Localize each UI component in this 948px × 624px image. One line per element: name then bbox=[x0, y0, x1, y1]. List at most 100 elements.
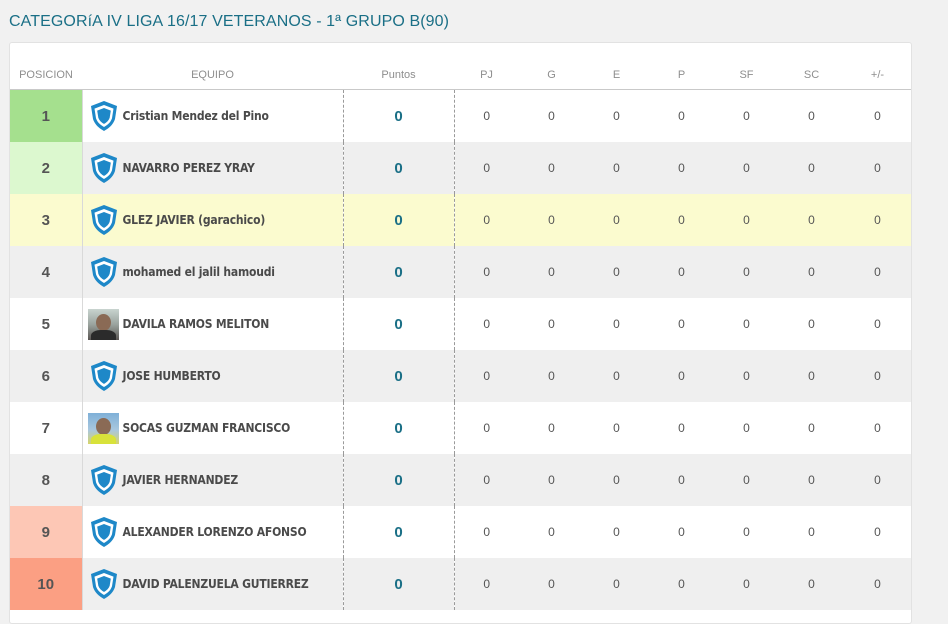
played-cell: 0 bbox=[454, 246, 519, 298]
team-cell[interactable]: SOCAS GUZMAN FRANCISCO bbox=[82, 402, 343, 454]
sets-for-cell: 0 bbox=[714, 350, 779, 402]
sets-for-cell: 0 bbox=[714, 558, 779, 610]
team-name-link[interactable]: NAVARRO PEREZ YRAY bbox=[123, 161, 255, 175]
won-cell: 0 bbox=[548, 421, 555, 435]
table-row[interactable]: 4 mohamed el jalil hamoudi 0 0 0 0 0 0 0 0 bbox=[10, 246, 911, 298]
sets-for-cell: 0 bbox=[714, 246, 779, 298]
difference-cell: 0 bbox=[844, 246, 911, 298]
standings-panel: POSICION EQUIPO Puntos PJ G E P SF SC +/… bbox=[9, 42, 912, 624]
drawn-cell: 0 bbox=[584, 558, 649, 610]
team-cell[interactable]: JOSE HUMBERTO bbox=[82, 350, 343, 402]
shield-crest-icon bbox=[88, 100, 120, 132]
difference-cell: 0 bbox=[844, 454, 911, 506]
column-header-posicion[interactable]: POSICION bbox=[10, 60, 82, 90]
points-cell: 0 bbox=[342, 194, 455, 246]
won-cell: 0 bbox=[548, 109, 555, 123]
lost-cell: 0 bbox=[678, 525, 685, 539]
column-header-e[interactable]: E bbox=[584, 60, 649, 90]
team-name-link[interactable]: DAVILA RAMOS MELITON bbox=[123, 317, 270, 331]
lost-cell: 0 bbox=[649, 558, 714, 610]
lost-cell: 0 bbox=[649, 350, 714, 402]
shield-crest-icon bbox=[88, 568, 120, 600]
position-cell: 4 bbox=[10, 246, 83, 298]
sets-against-cell: 0 bbox=[779, 350, 844, 402]
played-cell: 0 bbox=[454, 194, 519, 246]
team-cell[interactable]: Cristian Mendez del Pino bbox=[82, 90, 343, 143]
difference-cell: 0 bbox=[844, 194, 911, 246]
table-row[interactable]: 1 Cristian Mendez del Pino 0 0 0 0 0 0 0 0 bbox=[10, 89, 911, 143]
played-cell: 0 bbox=[454, 454, 519, 506]
points-cell: 0 bbox=[342, 402, 455, 454]
shield-crest-icon bbox=[88, 360, 120, 392]
difference-cell: 0 bbox=[874, 109, 881, 123]
team-name-link[interactable]: ALEXANDER LORENZO AFONSO bbox=[123, 525, 307, 539]
team-cell[interactable]: GLEZ JAVIER (garachico) bbox=[82, 194, 343, 246]
column-header-diff[interactable]: +/- bbox=[844, 60, 911, 90]
played-cell: 0 bbox=[483, 109, 491, 123]
team-cell[interactable]: mohamed el jalil hamoudi bbox=[82, 246, 343, 298]
column-header-p[interactable]: P bbox=[649, 60, 714, 90]
column-header-equipo[interactable]: EQUIPO bbox=[82, 60, 343, 90]
table-row[interactable]: 9 ALEXANDER LORENZO AFONSO 0 0 0 0 0 0 0 0 bbox=[10, 506, 911, 558]
team-cell[interactable]: NAVARRO PEREZ YRAY bbox=[82, 142, 343, 194]
page-title: CATEGORíA IV LIGA 16/17 VETERANOS - 1ª G… bbox=[9, 13, 450, 30]
played-cell: 0 bbox=[454, 350, 519, 402]
won-cell: 0 bbox=[548, 525, 555, 539]
team-name-link[interactable]: SOCAS GUZMAN FRANCISCO bbox=[123, 421, 291, 435]
team-name-link[interactable]: Cristian Mendez del Pino bbox=[123, 109, 269, 123]
points-cell: 0 bbox=[342, 89, 455, 142]
position-cell: 10 bbox=[10, 558, 83, 610]
shield-crest-icon bbox=[88, 152, 120, 184]
team-cell[interactable]: DAVID PALENZUELA GUTIERREZ bbox=[82, 558, 343, 610]
sets-for-cell: 0 bbox=[743, 525, 750, 539]
position-cell: 9 bbox=[10, 506, 83, 558]
column-header-sf[interactable]: SF bbox=[714, 60, 779, 90]
lost-cell: 0 bbox=[678, 421, 685, 435]
shield-crest-icon bbox=[88, 256, 120, 288]
played-cell: 0 bbox=[483, 525, 491, 539]
column-header-pj[interactable]: PJ bbox=[454, 60, 519, 90]
table-row[interactable]: 3 GLEZ JAVIER (garachico) 0 0 0 0 0 0 0 0 bbox=[10, 194, 911, 246]
lost-cell: 0 bbox=[649, 246, 714, 298]
drawn-cell: 0 bbox=[584, 246, 649, 298]
column-header-sc[interactable]: SC bbox=[779, 60, 844, 90]
standings-rows: 1 Cristian Mendez del Pino 0 0 0 0 0 0 0 0 2 NAVARR… bbox=[10, 89, 911, 610]
team-name-link[interactable]: mohamed el jalil hamoudi bbox=[123, 265, 275, 279]
lost-cell: 0 bbox=[649, 194, 714, 246]
points-cell: 0 bbox=[342, 350, 455, 402]
difference-cell: 0 bbox=[874, 317, 881, 331]
team-cell[interactable]: DAVILA RAMOS MELITON bbox=[82, 298, 343, 350]
sets-for-cell: 0 bbox=[714, 194, 779, 246]
team-name-link[interactable]: JOSE HUMBERTO bbox=[123, 369, 221, 383]
played-cell: 0 bbox=[483, 421, 491, 435]
table-row[interactable]: 7 SOCAS GUZMAN FRANCISCO 0 0 0 0 0 0 0 0 bbox=[10, 402, 911, 454]
drawn-cell: 0 bbox=[584, 142, 649, 194]
team-name-link[interactable]: JAVIER HERNANDEZ bbox=[123, 473, 239, 487]
column-header-g[interactable]: G bbox=[519, 60, 584, 90]
drawn-cell: 0 bbox=[613, 421, 620, 435]
won-cell: 0 bbox=[519, 142, 584, 194]
sets-for-cell: 0 bbox=[743, 109, 750, 123]
table-header-row: POSICION EQUIPO Puntos PJ G E P SF SC +/… bbox=[10, 60, 911, 90]
table-row[interactable]: 8 JAVIER HERNANDEZ 0 0 0 0 0 0 0 0 bbox=[10, 454, 911, 506]
column-header-puntos[interactable]: Puntos bbox=[343, 60, 454, 90]
difference-cell: 0 bbox=[874, 525, 881, 539]
team-name-link[interactable]: DAVID PALENZUELA GUTIERREZ bbox=[123, 577, 309, 591]
position-cell: 8 bbox=[10, 454, 83, 506]
sets-for-cell: 0 bbox=[714, 142, 779, 194]
position-cell: 7 bbox=[10, 402, 83, 454]
lost-cell: 0 bbox=[678, 317, 685, 331]
drawn-cell: 0 bbox=[584, 350, 649, 402]
sets-against-cell: 0 bbox=[808, 317, 815, 331]
table-row[interactable]: 2 NAVARRO PEREZ YRAY 0 0 0 0 0 0 0 0 bbox=[10, 142, 911, 194]
sets-against-cell: 0 bbox=[779, 142, 844, 194]
team-cell[interactable]: ALEXANDER LORENZO AFONSO bbox=[82, 506, 343, 558]
team-cell[interactable]: JAVIER HERNANDEZ bbox=[82, 454, 343, 506]
team-name-link[interactable]: GLEZ JAVIER (garachico) bbox=[123, 213, 266, 227]
points-cell: 0 bbox=[342, 454, 455, 506]
table-row[interactable]: 6 JOSE HUMBERTO 0 0 0 0 0 0 0 0 bbox=[10, 350, 911, 402]
sets-against-cell: 0 bbox=[808, 525, 815, 539]
points-cell: 0 bbox=[342, 246, 455, 298]
table-row[interactable]: 5 DAVILA RAMOS MELITON 0 0 0 0 0 0 0 0 bbox=[10, 298, 911, 350]
table-row[interactable]: 10 DAVID PALENZUELA GUTIERREZ 0 0 0 0 0 0 0 0 bbox=[10, 558, 911, 610]
